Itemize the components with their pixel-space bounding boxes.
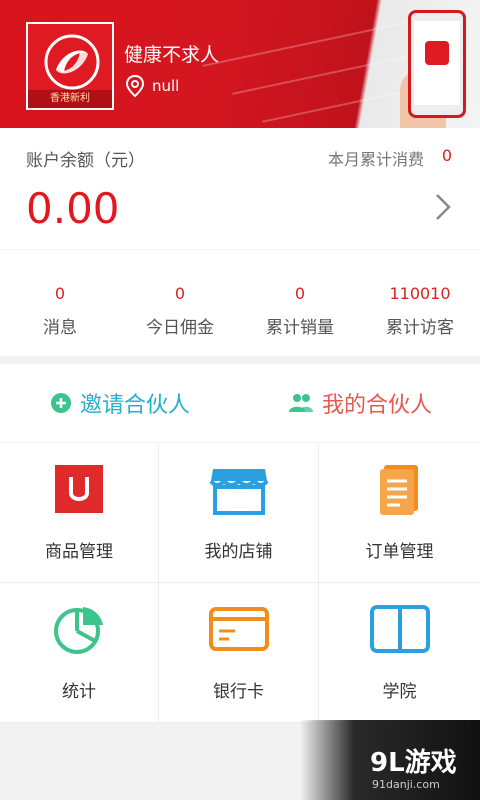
plus-circle-icon [50,393,71,413]
grid-item-label: 我的店铺 [204,542,273,562]
stats-row: 0 消息 0 今日佣金 0 累计销量 110010 累计访客 [0,250,480,356]
shop-name: 健康不求人 [124,44,220,66]
order-icon [379,465,418,515]
stat-label: 消息 [43,318,77,338]
invite-partner-button[interactable]: 邀请合伙人 [0,364,240,442]
grid-item-label: 订单管理 [365,542,434,562]
stat-total-sales[interactable]: 0 累计销量 [240,250,360,356]
logo-caption: 香港新利 [28,90,112,108]
stat-messages[interactable]: 0 消息 [0,250,120,356]
balance-value: 0.00 [26,184,120,233]
people-icon [288,394,313,412]
stat-value: 0 [54,284,66,303]
grid-item-order-management[interactable]: 订单管理 [319,443,480,583]
balance-card[interactable]: 账户余额（元） 本月累计消费 0 0.00 [0,128,480,249]
grid-item-academy[interactable]: 学院 [319,583,480,723]
location-row: null [124,74,179,98]
store-icon [208,469,269,515]
grid-item-label: 商品管理 [45,542,113,562]
grid-item-bank-card[interactable]: 银行卡 [159,583,319,723]
product-icon [55,465,103,513]
balance-label: 账户余额（元） [26,151,145,171]
my-partner-button[interactable]: 我的合伙人 [240,364,480,442]
stat-value: 110010 [389,284,451,303]
stat-value: 0 [294,284,306,303]
grid-item-product-management[interactable]: 商品管理 [0,443,159,583]
my-partner-label: 我的合伙人 [321,393,432,418]
stat-total-visitors[interactable]: 110010 累计访客 [360,250,480,356]
phone-illustration [408,10,466,118]
stat-value: 0 [174,284,186,303]
location-text: null [152,77,180,95]
chevron-right-icon[interactable] [432,192,454,222]
watermark-url: 91danji.com [372,778,440,791]
grid-item-label: 学院 [382,682,417,702]
phone-logo-icon [425,41,449,65]
chart-icon [54,607,103,654]
grid-item-my-store[interactable]: 我的店铺 [159,443,319,583]
book-icon [369,605,430,653]
shop-logo[interactable]: 香港新利 [26,22,114,110]
location-pin-icon [125,74,145,98]
month-spend-value: 0 [441,146,452,165]
decor-streak [202,15,438,67]
logo-emblem-icon [44,34,100,90]
month-spend-label: 本月累计消费 [327,150,424,169]
phone-screen [414,21,460,105]
stat-label: 累计访客 [386,318,454,338]
shop-header: 香港新利 健康不求人 null [0,0,480,128]
stat-label: 今日佣金 [146,318,214,338]
invite-partner-label: 邀请合伙人 [79,393,190,418]
bank-card-icon [208,607,269,651]
watermark-text: 9L游戏 [370,748,457,778]
stat-label: 累计销量 [266,318,334,338]
grid-item-label: 统计 [62,682,96,702]
stat-today-commission[interactable]: 0 今日佣金 [120,250,240,356]
grid-item-statistics[interactable]: 统计 [0,583,159,723]
grid-item-label: 银行卡 [213,682,264,702]
partner-row: 邀请合伙人 我的合伙人 [0,364,480,442]
function-grid: 商品管理 我的店铺 订单管理 统计 银行卡 学院 [0,443,480,723]
